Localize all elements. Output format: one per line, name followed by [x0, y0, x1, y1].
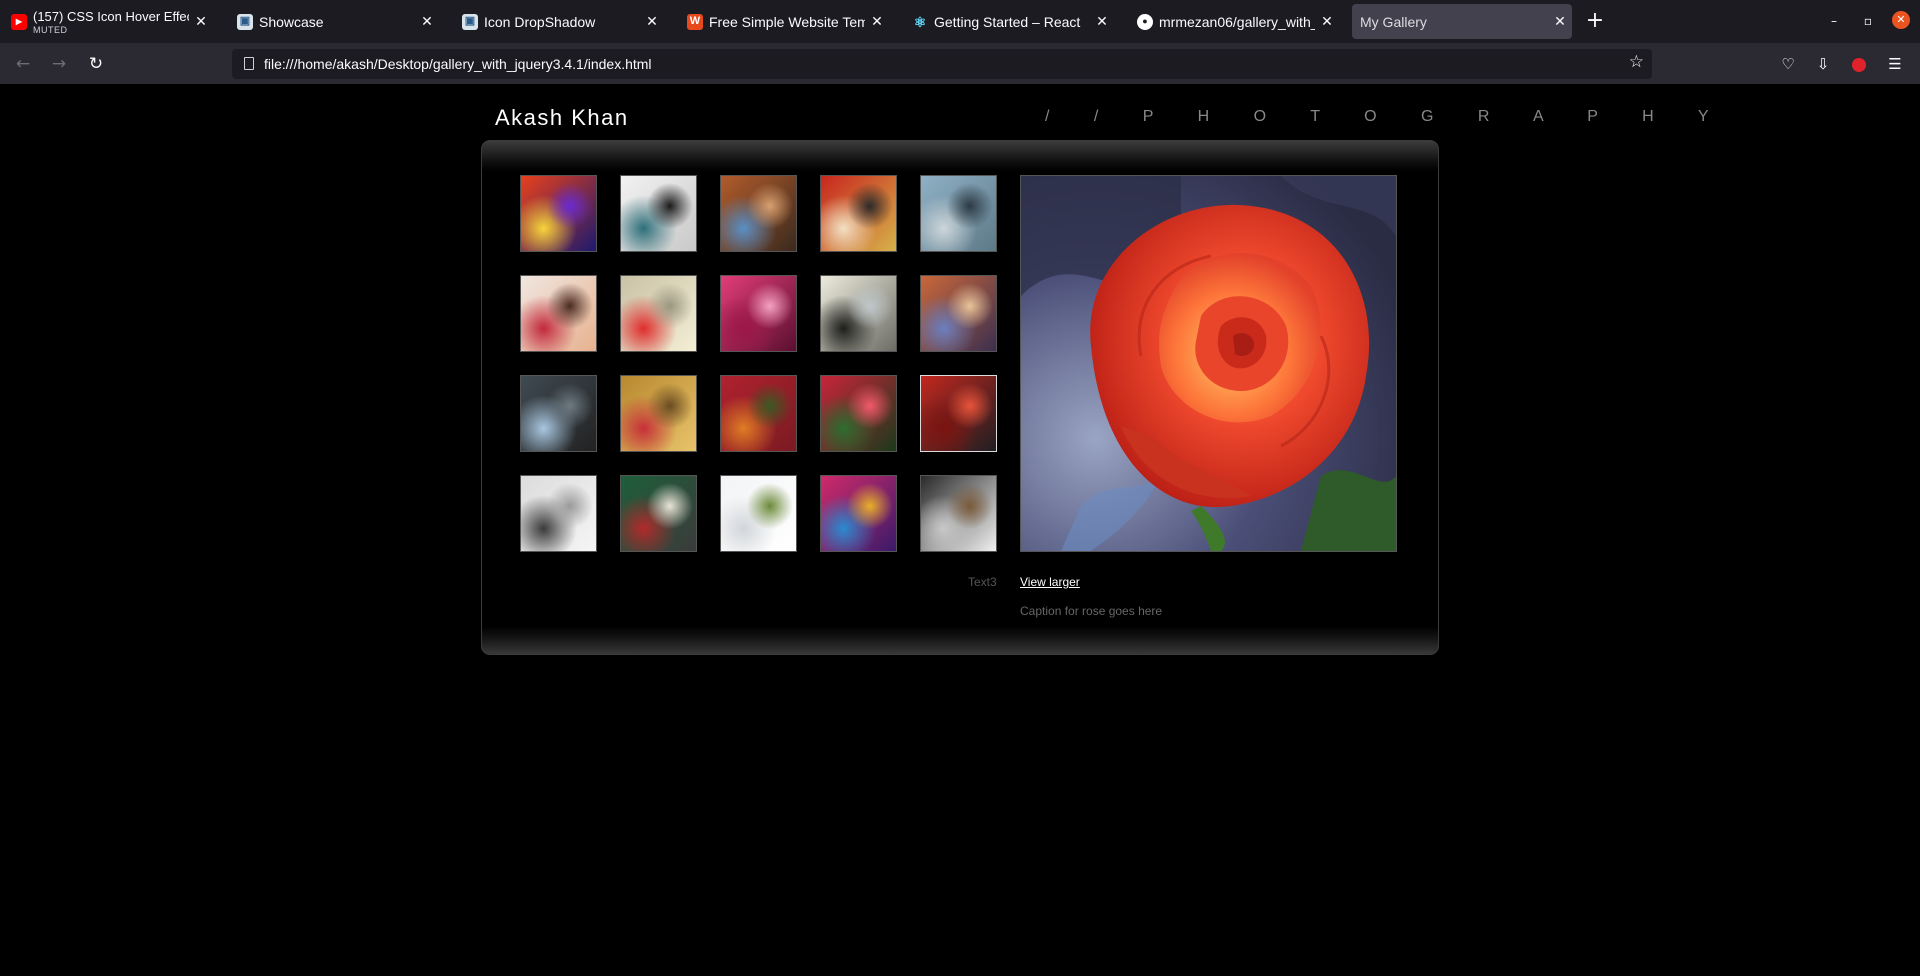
thumbnail-glass-dome[interactable] [620, 175, 697, 252]
tab-muted-label: MUTED [33, 24, 68, 35]
thumbnail-shop-front[interactable] [620, 475, 697, 552]
thumbnail-carnival-lights[interactable] [520, 175, 597, 252]
close-tab-icon[interactable]: ✕ [1090, 13, 1114, 30]
tab-title: mrmezan06/gallery_with_jq [1159, 13, 1315, 30]
thumbnail-red-flower[interactable] [820, 375, 897, 452]
thumbnail-ferris-wheel[interactable] [520, 475, 597, 552]
thumbnail-image [621, 476, 696, 551]
thumbnail-image [821, 276, 896, 351]
tab-title: Getting Started – React [934, 13, 1081, 30]
extension-icon[interactable] [1847, 52, 1871, 76]
forward-arrow-icon[interactable]: → [47, 52, 71, 76]
thumbnail-image [821, 476, 896, 551]
close-tab-icon[interactable]: ✕ [415, 13, 439, 30]
tab-title: Icon DropShadow [484, 13, 596, 30]
thumbnail-image [921, 176, 996, 251]
thumbnail-snow-sprout[interactable] [720, 475, 797, 552]
tab-title: Free Simple Website Templa [709, 13, 865, 30]
tab-title: (157) CSS Icon Hover Effects [33, 8, 189, 24]
w3layouts-icon: W [687, 13, 703, 30]
thumbnail-colorful-tiles[interactable] [820, 475, 897, 552]
close-tab-icon[interactable]: ✕ [189, 13, 213, 30]
thumbnail-image [521, 176, 596, 251]
react-icon: ⚛ [913, 13, 927, 30]
new-tab-button[interactable]: + [1583, 9, 1607, 33]
tab-title-wrap: Getting Started – React [934, 14, 1090, 30]
tab-6[interactable]: ● mrmezan06/gallery_with_jq ✕ [1129, 4, 1339, 39]
site-title: Akash Khan [495, 105, 629, 130]
tab-title-wrap: My Gallery [1360, 14, 1548, 30]
tab-title-wrap: Icon DropShadow [484, 14, 640, 30]
tab-title-wrap: (157) CSS Icon Hover Effects MUTED [33, 9, 189, 35]
page-icon [244, 57, 254, 70]
address-url: file:///home/akash/Desktop/gallery_with_… [264, 56, 652, 72]
site-tagline: / / P H O T O G R A P H Y [1045, 108, 1729, 125]
thumbnail-image [621, 376, 696, 451]
pocket-icon[interactable]: ♡ [1776, 52, 1800, 76]
youtube-icon: ▶ [11, 13, 27, 30]
close-tab-icon[interactable]: ✕ [865, 13, 889, 30]
thumbnail-ship-at-sea[interactable] [920, 175, 997, 252]
thumbnail-image [721, 476, 796, 551]
address-bar[interactable]: file:///home/akash/Desktop/gallery_with_… [232, 49, 1652, 79]
thumbnail-image [721, 276, 796, 351]
thumbnail-image [521, 276, 596, 351]
thumbnail-colorful-houses[interactable] [920, 275, 997, 352]
minimize-icon[interactable]: – [1823, 10, 1845, 32]
thumbnail-image [921, 476, 996, 551]
thumbnail-image [921, 276, 996, 351]
back-arrow-icon[interactable]: ← [11, 52, 35, 76]
tab-title-wrap: mrmezan06/gallery_with_jq [1159, 14, 1315, 30]
main-image-rose [1020, 175, 1397, 552]
tab-7[interactable]: My Gallery ✕ [1352, 4, 1572, 39]
app-icon: ▣ [237, 13, 253, 30]
app-icon: ▣ [462, 13, 478, 30]
thumbnail-image [821, 376, 896, 451]
tab-title: My Gallery [1360, 13, 1427, 30]
thumbnail-carousel-horse[interactable] [520, 275, 597, 352]
tab-3[interactable]: ▣ Icon DropShadow ✕ [454, 4, 664, 39]
thumbnail-image [621, 276, 696, 351]
thumbnail-number-eight[interactable] [920, 475, 997, 552]
bookmark-star-icon[interactable]: ☆ [1629, 52, 1644, 72]
tab-4[interactable]: W Free Simple Website Templa✕ [679, 4, 889, 39]
thumbnail-statue[interactable] [520, 375, 597, 452]
tab-title: Showcase [259, 13, 324, 30]
thumbnail-street-lamp[interactable] [820, 275, 897, 352]
thumbnail-pink-lights[interactable] [720, 275, 797, 352]
thumbnail-image [821, 176, 896, 251]
tab-2[interactable]: ▣ Showcase ✕ [229, 4, 439, 39]
thumbnail-nutcracker[interactable] [820, 175, 897, 252]
thumbnail-image [521, 476, 596, 551]
thumbnail-image [521, 376, 596, 451]
thumbnail-brick-tower[interactable] [720, 175, 797, 252]
tab-5[interactable]: ⚛ Getting Started – React ✕ [904, 4, 1114, 39]
close-tab-icon[interactable]: ✕ [640, 13, 664, 30]
reload-icon[interactable]: ↻ [84, 52, 108, 76]
github-icon: ● [1137, 13, 1153, 30]
close-window-icon[interactable]: ✕ [1892, 11, 1910, 29]
tab-title-wrap: Showcase [259, 14, 415, 30]
rose-image [1021, 176, 1396, 551]
maximize-icon[interactable]: ▫ [1857, 10, 1879, 32]
view-larger-link[interactable]: View larger [1020, 575, 1080, 589]
thumbnail-image [921, 376, 996, 451]
thumbnail-pumpkins[interactable] [720, 375, 797, 452]
browser-nav-bar: ← → ↻ file:///home/akash/Desktop/gallery… [0, 43, 1920, 84]
image-caption: Caption for rose goes here [1020, 604, 1163, 618]
thumbnail-gold-ornament[interactable] [620, 375, 697, 452]
close-tab-icon[interactable]: ✕ [1548, 13, 1572, 30]
menu-icon[interactable]: ☰ [1883, 52, 1907, 76]
thumbnail-caption: Text3 [968, 575, 997, 589]
thumbnail-image [721, 376, 796, 451]
download-icon[interactable]: ⇩ [1811, 52, 1835, 76]
thumbnail-red-ornament[interactable] [620, 275, 697, 352]
tab-1[interactable]: ▶ (157) CSS Icon Hover Effects MUTED ✕ [3, 4, 213, 39]
close-tab-icon[interactable]: ✕ [1315, 13, 1339, 30]
thumbnail-rose[interactable] [920, 375, 997, 452]
thumbnail-image [621, 176, 696, 251]
thumbnail-image [721, 176, 796, 251]
tab-title-wrap: Free Simple Website Templa [709, 14, 865, 30]
browser-tab-bar: ▶ (157) CSS Icon Hover Effects MUTED ✕ ▣ Show… [0, 0, 1920, 43]
